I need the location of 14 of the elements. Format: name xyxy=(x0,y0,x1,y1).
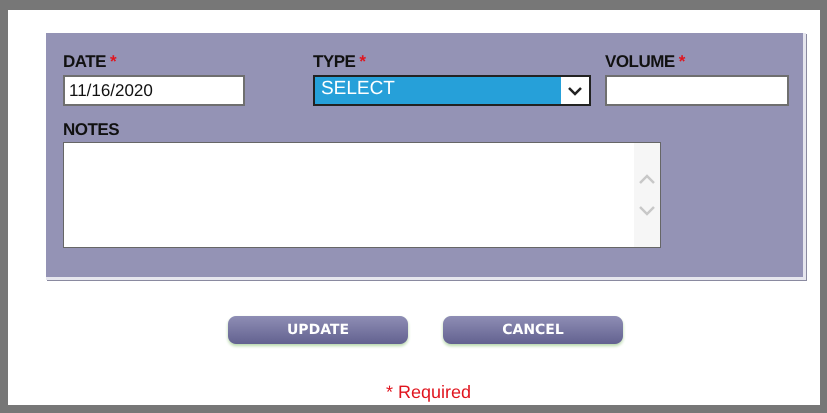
input-field[interactable] xyxy=(605,75,789,106)
type-dropdown[interactable]: SELECT xyxy=(313,75,591,106)
input-field[interactable]: 11/16/2020 xyxy=(63,75,245,106)
chevron-down-icon xyxy=(567,86,583,96)
required-note: * Required xyxy=(386,382,472,403)
required-mark: * xyxy=(359,52,366,72)
update-button[interactable]: UPDATE xyxy=(228,316,408,344)
cancel-button[interactable]: CANCEL xyxy=(443,316,623,344)
field-label: NOTES xyxy=(63,120,120,141)
field-label: VOLUME xyxy=(605,52,675,72)
required-mark: * xyxy=(678,52,686,72)
field-label: DATE xyxy=(63,52,106,72)
field-label: TYPE xyxy=(313,52,356,72)
required-mark: * xyxy=(110,52,117,72)
